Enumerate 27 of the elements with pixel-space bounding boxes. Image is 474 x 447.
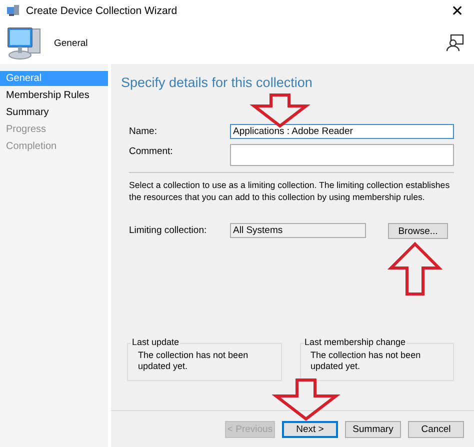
group-text: The collection has not been updated yet. <box>138 350 250 372</box>
window-title: Create Device Collection Wizard <box>26 5 178 17</box>
app-icon <box>6 4 20 18</box>
comment-field[interactable] <box>230 144 454 166</box>
wizard-button[interactable]: Summary <box>345 420 401 438</box>
arrow-drawing <box>272 378 340 421</box>
name-label: Name: <box>129 125 158 137</box>
group-text: The collection has not been updated yet. <box>310 350 422 372</box>
browse-button[interactable]: Browse... <box>388 223 448 239</box>
wizard-step[interactable]: Summary <box>0 105 108 120</box>
description-text: Select a collection to use as a limiting collection. The limiting collection establishes the resources that you can add to this collection by using membership rules. <box>129 172 454 203</box>
page-title: General <box>54 38 89 48</box>
arrow-drawing <box>250 94 310 128</box>
person-icon <box>446 34 464 52</box>
limiting-collection-label: Limiting collection: <box>129 224 208 236</box>
wizard-button[interactable]: Cancel <box>408 420 464 438</box>
close-button[interactable]: ✕ <box>447 2 468 20</box>
comment-label: Comment: <box>129 145 174 157</box>
limiting-collection-field[interactable]: All Systems <box>230 223 366 238</box>
arrow-drawing <box>387 242 443 296</box>
computer-icon <box>6 25 42 61</box>
group-title: Last update <box>131 337 180 347</box>
wizard-step[interactable]: Membership Rules <box>0 88 108 103</box>
section-heading: Specify details for this collection <box>121 75 314 90</box>
wizard-button[interactable]: Next > <box>282 420 338 438</box>
group-title: Last membership change <box>304 337 407 347</box>
name-field[interactable]: Applications : Adobe Reader <box>230 124 454 139</box>
